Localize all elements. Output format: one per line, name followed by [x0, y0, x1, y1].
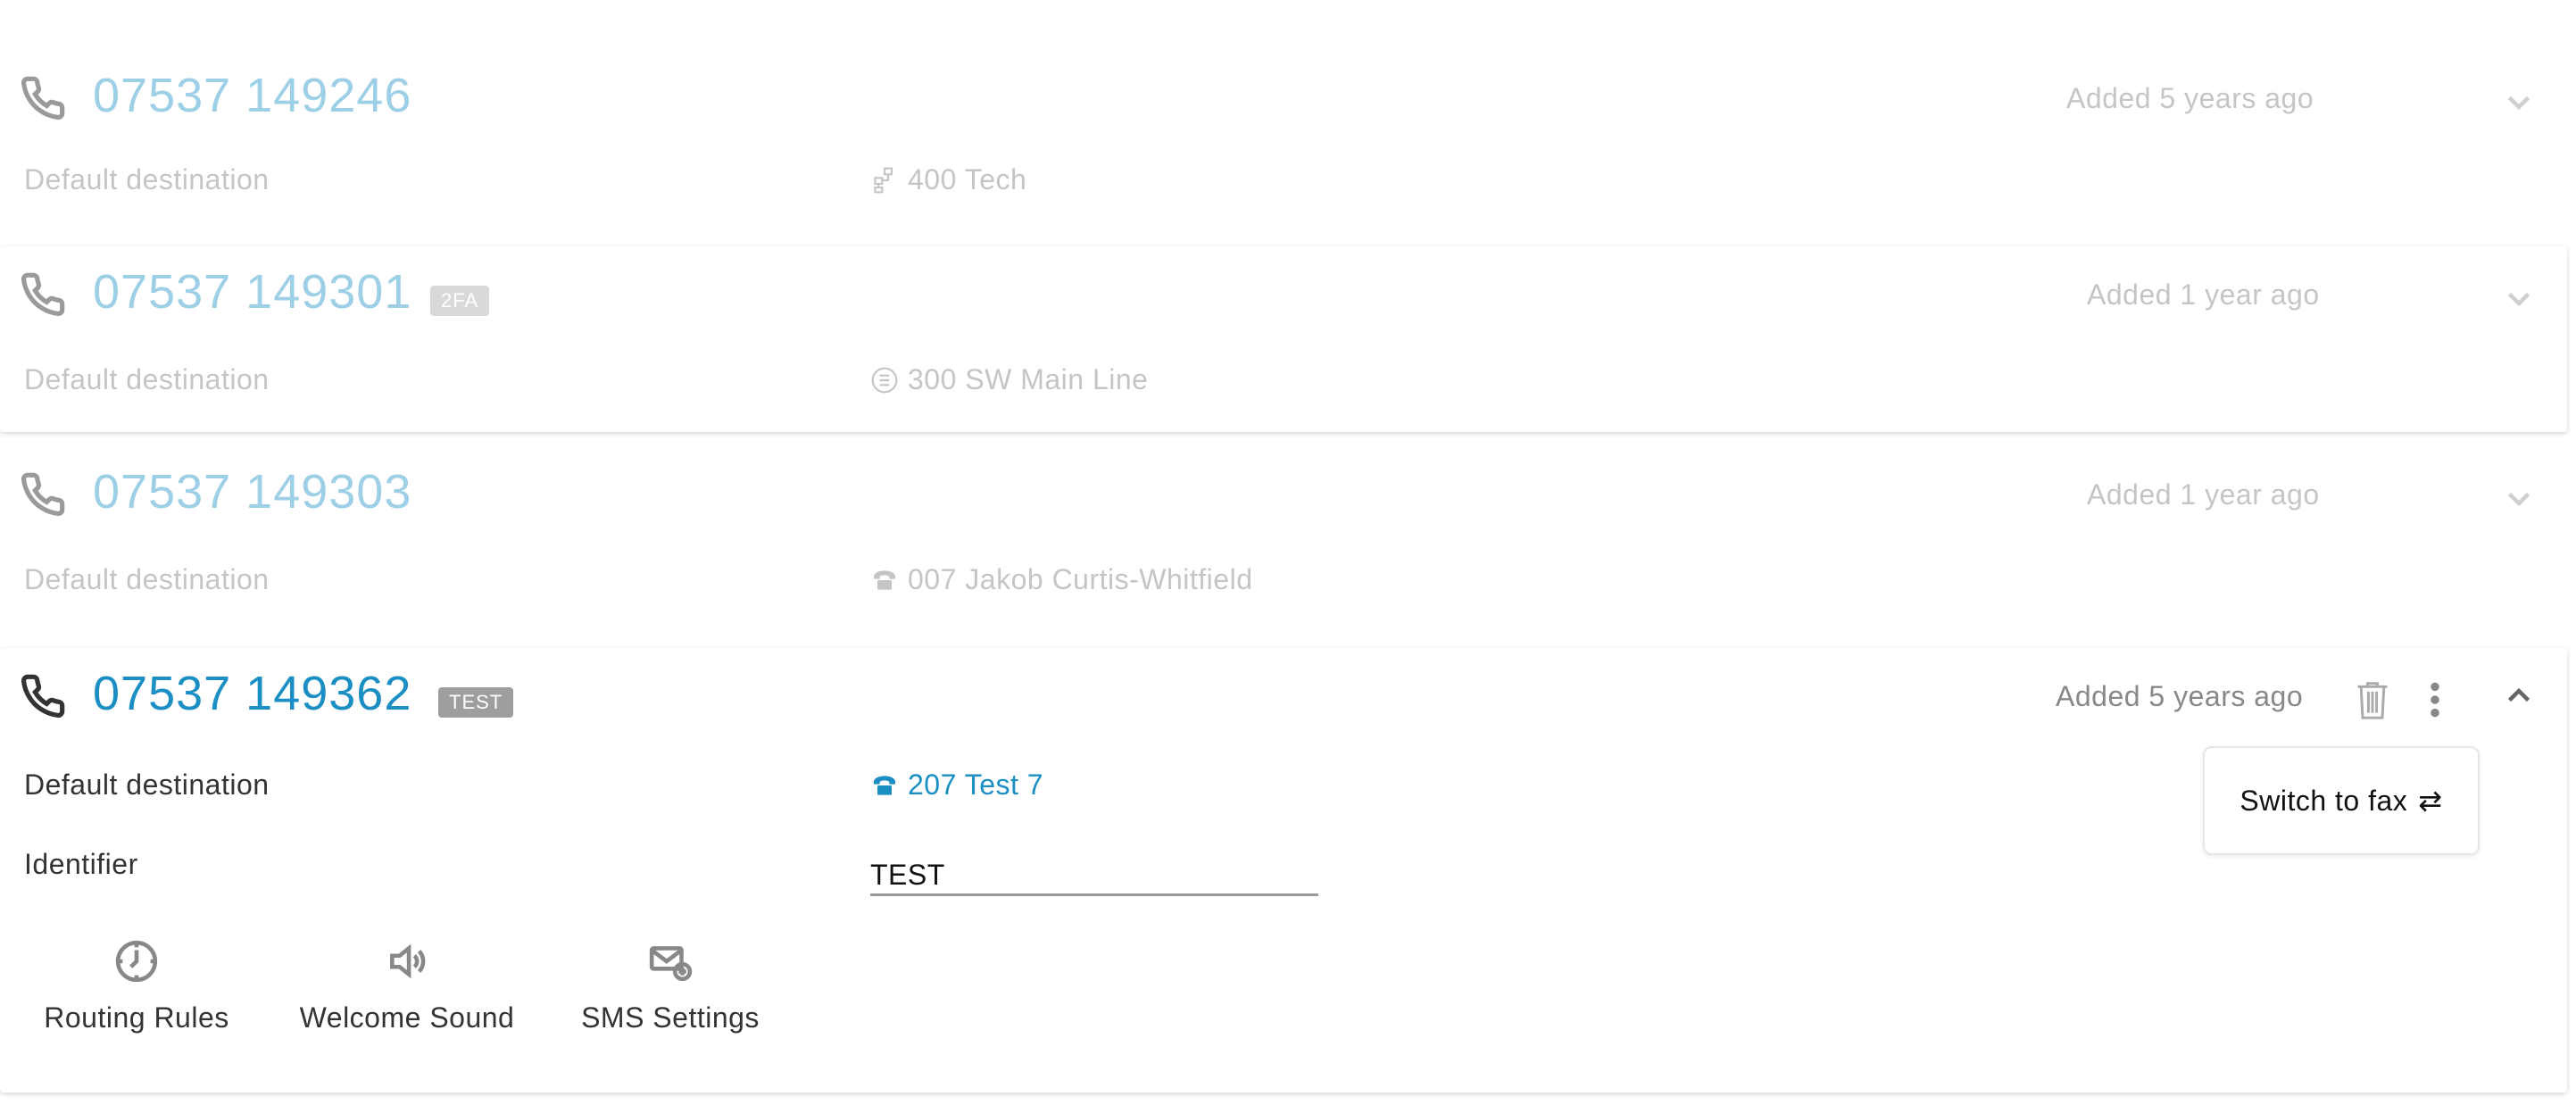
trash-icon[interactable] [2353, 678, 2392, 721]
phone-number[interactable]: 07537 149303 [93, 464, 411, 519]
added-date: Added 1 year ago [2087, 278, 2320, 311]
chevron-up-icon[interactable] [2503, 680, 2535, 712]
welcome-sound-button[interactable]: Welcome Sound [291, 939, 523, 1034]
added-date: Added 1 year ago [2087, 478, 2320, 511]
number-card-expanded[interactable]: 07537 149362 TEST Added 5 years ago Defa… [0, 648, 2567, 1093]
phone-number[interactable]: 07537 149301 [93, 264, 411, 320]
envelope-plus-icon [648, 939, 693, 984]
sms-settings-button[interactable]: SMS Settings [578, 939, 762, 1034]
destination-name: 207 Test 7 [908, 769, 1044, 801]
speaker-icon [385, 939, 429, 984]
tag-badge: TEST [438, 687, 514, 718]
number-card[interactable]: 07537 149301 2FA Added 1 year ago Defaul… [0, 246, 2567, 432]
added-date: Added 5 years ago [2056, 680, 2304, 712]
list-icon [870, 366, 899, 395]
clock-icon [114, 939, 159, 984]
phone-icon [20, 271, 66, 318]
more-options-icon[interactable] [2415, 678, 2455, 721]
destination-name: 300 SW Main Line [908, 363, 1149, 395]
destination-link[interactable]: 007 Jakob Curtis-Whitfield [870, 563, 1252, 596]
phone-icon [20, 75, 66, 121]
routing-rules-button[interactable]: Routing Rules [37, 939, 236, 1034]
default-destination-label: Default destination [24, 363, 270, 395]
switch-to-fax-label: Switch to fax [2239, 784, 2408, 817]
number-card[interactable]: 07537 149303 Added 1 year ago Default de… [0, 446, 2567, 634]
added-date: Added 5 years ago [2066, 82, 2314, 114]
swap-icon: ⇄ [2418, 785, 2443, 817]
identifier-input[interactable] [870, 850, 1318, 896]
destination-link[interactable]: 300 SW Main Line [870, 363, 1148, 396]
number-card[interactable]: 07537 149246 Added 5 years ago Default d… [0, 36, 2567, 223]
phone-number[interactable]: 07537 149246 [93, 68, 411, 123]
telephone-icon [870, 566, 899, 594]
action-label: Routing Rules [44, 1001, 229, 1034]
destination-link[interactable]: 400 Tech [870, 163, 1026, 196]
chevron-down-icon[interactable] [2503, 86, 2535, 118]
default-destination-label: Default destination [24, 163, 270, 195]
org-chart-icon [870, 166, 899, 195]
destination-name: 400 Tech [908, 163, 1027, 195]
default-destination-label: Default destination [24, 563, 270, 595]
chevron-down-icon[interactable] [2503, 482, 2535, 514]
identifier-label: Identifier [24, 848, 138, 880]
switch-to-fax-menu-item[interactable]: Switch to fax ⇄ [2203, 746, 2480, 855]
phone-number[interactable]: 07537 149362 [93, 666, 411, 721]
default-destination-label: Default destination [24, 769, 270, 801]
telephone-icon [870, 771, 899, 800]
destination-link[interactable]: 207 Test 7 [870, 769, 1043, 802]
phone-icon [20, 673, 66, 719]
action-label: Welcome Sound [299, 1001, 515, 1034]
action-label: SMS Settings [581, 1001, 760, 1034]
tag-badge: 2FA [430, 286, 490, 316]
chevron-down-icon[interactable] [2503, 282, 2535, 314]
destination-name: 007 Jakob Curtis-Whitfield [908, 563, 1253, 595]
phone-icon [20, 471, 66, 518]
